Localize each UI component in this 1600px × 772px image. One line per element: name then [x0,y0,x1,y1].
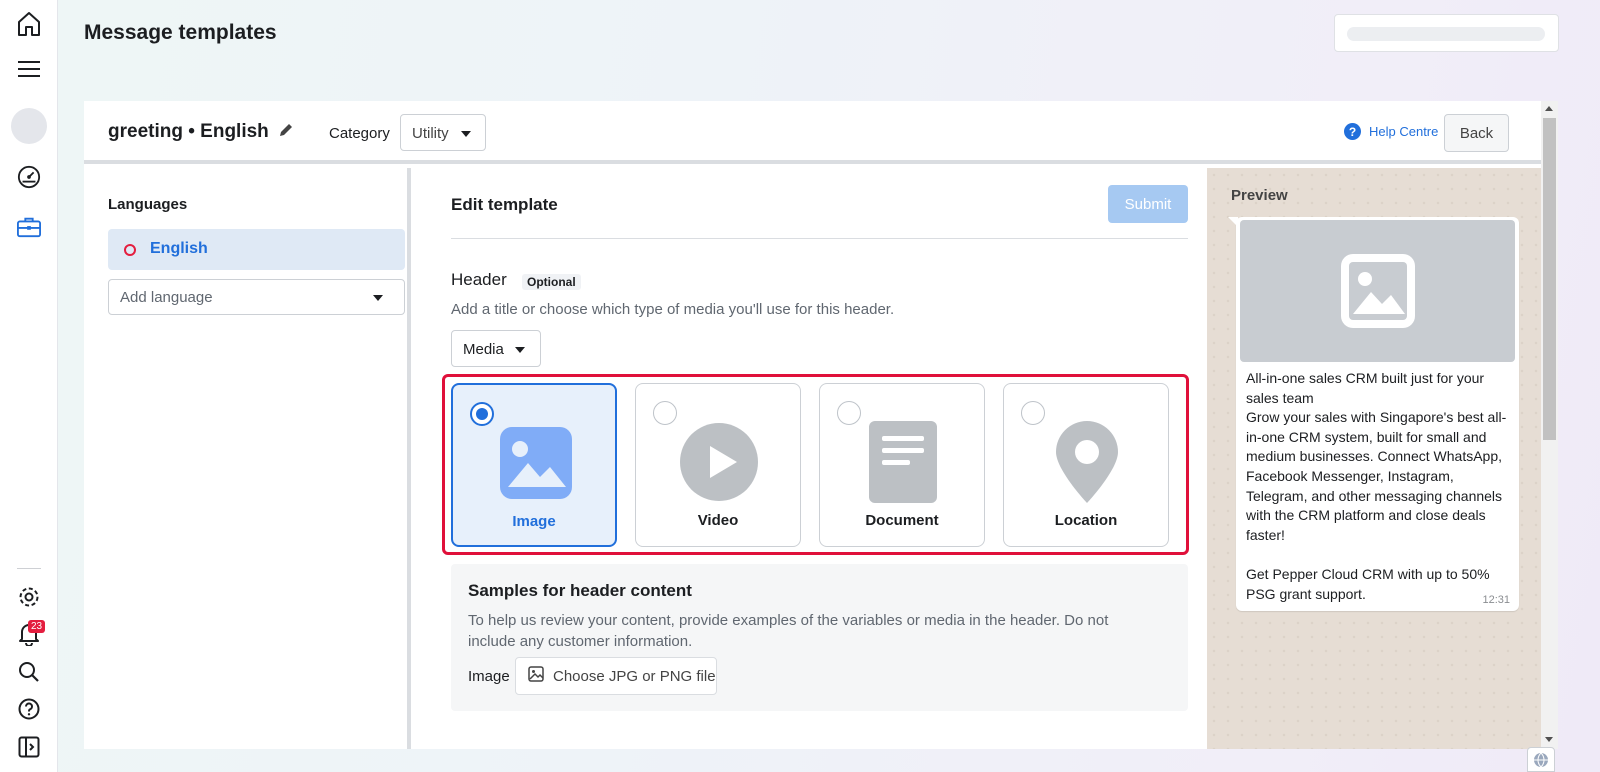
add-language-dropdown[interactable]: Add language [108,279,405,315]
template-editor-card: greeting • English Category Utility ? He… [84,101,1541,749]
document-radio[interactable] [837,401,861,425]
vertical-scrollbar[interactable] [1541,101,1558,749]
media-option-label: Video [697,512,739,529]
chevron-down-icon [515,347,525,353]
document-icon [861,420,945,504]
submit-button[interactable]: Submit [1108,185,1188,223]
status-dot-icon [124,244,136,256]
account-placeholder [1347,27,1545,41]
category-dropdown[interactable]: Utility [400,114,486,151]
edit-name-icon[interactable] [279,123,293,142]
language-item-english[interactable]: English [108,229,405,270]
choose-file-label: Choose JPG or PNG file [553,667,716,685]
samples-image-label: Image [468,668,510,685]
header-type-value: Media [463,341,504,358]
page-title: Message templates [84,21,277,44]
help-icon[interactable] [17,697,41,721]
sidebar-toggle-icon[interactable] [17,735,41,759]
search-icon[interactable] [17,660,41,684]
image-radio[interactable] [470,402,494,426]
media-option-image[interactable]: Image [451,383,617,547]
preview-message-text: All-in-one sales CRM built just for your… [1246,370,1507,602]
dashboard-icon[interactable] [17,165,41,189]
template-header-bar: greeting • English Category Utility ? He… [84,101,1541,164]
samples-description: To help us review your content, provide … [468,612,1109,650]
media-option-location[interactable]: Location [1003,383,1169,547]
media-option-document[interactable]: Document [819,383,985,547]
header-type-dropdown[interactable]: Media [451,330,541,367]
video-radio[interactable] [653,401,677,425]
preview-panel: Preview All-in-one sales CRM built just … [1207,168,1541,749]
optional-badge: Optional [522,274,581,290]
briefcase-icon[interactable] [17,215,41,239]
notification-badge: 23 [28,620,46,633]
message-timestamp: 12:31 [1482,594,1510,606]
chevron-down-icon [461,131,471,137]
account-switcher[interactable] [1334,14,1559,52]
question-icon: ? [1344,123,1361,140]
image-icon [494,421,578,505]
media-option-label: Image [512,513,556,530]
choose-file-button[interactable]: Choose JPG or PNG file [515,657,717,695]
image-icon [1340,254,1415,328]
header-description: Add a title or choose which type of medi… [451,301,895,318]
scrollbar-thumb[interactable] [1543,118,1556,440]
location-radio[interactable] [1021,401,1045,425]
language-name: English [150,240,208,257]
languages-panel: Languages English Add language [84,168,411,749]
globe-icon[interactable] [1527,747,1555,772]
samples-title: Samples for header content [468,581,692,600]
category-value: Utility [412,125,449,142]
location-pin-icon [1045,420,1129,504]
divider [451,238,1188,239]
samples-section: Samples for header content To help us re… [451,564,1188,711]
edit-template-title: Edit template [451,195,558,214]
menu-icon[interactable] [17,57,41,81]
play-icon [677,420,761,504]
preview-title: Preview [1231,187,1288,204]
category-label: Category [329,125,390,142]
message-preview-bubble: All-in-one sales CRM built just for your… [1228,217,1519,611]
chevron-down-icon [373,295,383,301]
back-button[interactable]: Back [1444,114,1509,152]
help-centre-link[interactable]: ? Help Centre [1344,123,1438,140]
edit-template-panel: Edit template Submit Header Optional Add… [425,168,1195,749]
template-name: greeting • English [108,121,269,142]
scroll-down-arrow-icon[interactable] [1545,737,1553,742]
header-section-label: Header [451,270,507,289]
home-icon[interactable] [17,12,41,36]
media-option-label: Document [865,512,939,529]
settings-icon[interactable] [17,585,41,609]
image-file-icon [528,666,544,686]
media-option-video[interactable]: Video [635,383,801,547]
preview-image-placeholder [1240,220,1515,362]
left-nav-rail: 23 [0,0,58,772]
nav-divider [17,568,41,569]
scroll-up-arrow-icon[interactable] [1545,106,1553,111]
media-option-label: Location [1054,512,1118,529]
add-language-placeholder: Add language [120,289,213,306]
languages-title: Languages [108,196,188,213]
help-centre-label: Help Centre [1369,124,1439,139]
avatar[interactable] [11,108,47,144]
